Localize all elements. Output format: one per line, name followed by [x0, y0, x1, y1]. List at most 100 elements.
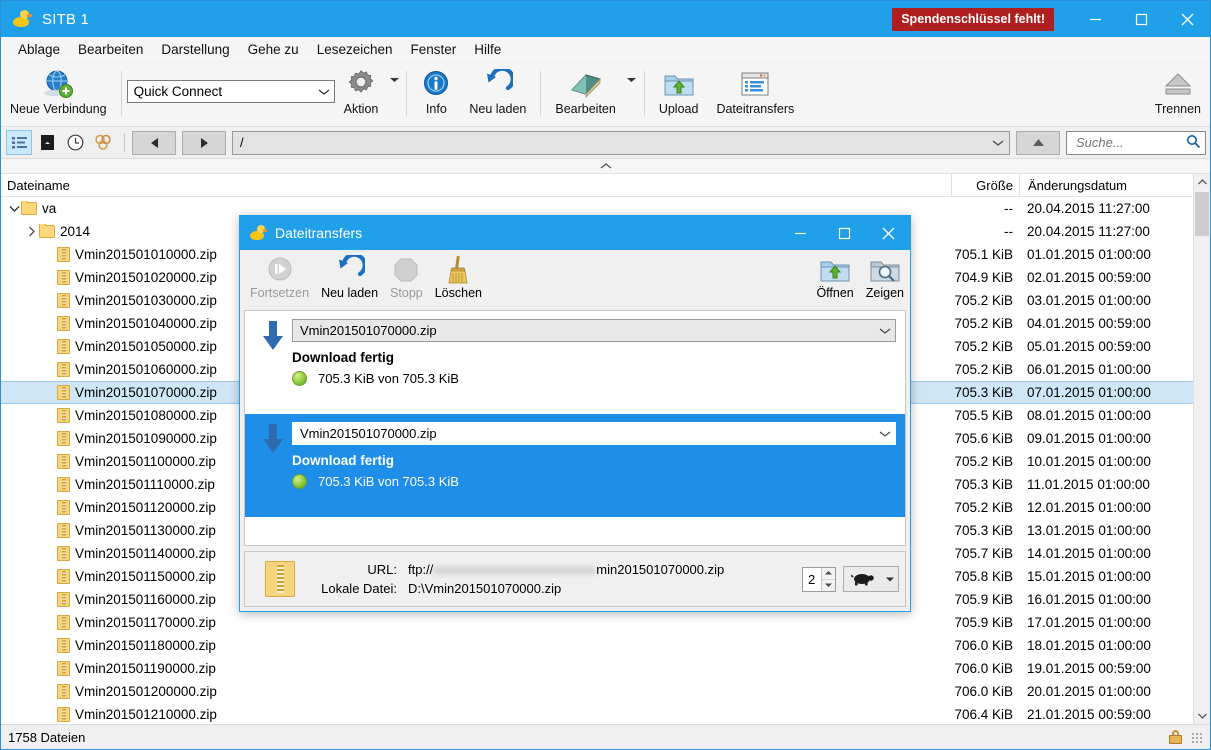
menu-item-ablage[interactable]: Ablage	[9, 39, 69, 60]
reload-button[interactable]: Neu laden	[460, 63, 535, 126]
transfer-item[interactable]: Vmin201501070000.zip Download fertig 705.3…	[245, 414, 905, 517]
column-header-filename[interactable]: Dateiname	[1, 174, 951, 196]
chevron-down-icon	[879, 426, 891, 441]
search-input[interactable]	[1074, 134, 1186, 151]
toggle-tree-icon[interactable]	[6, 130, 32, 155]
stop-button[interactable]: Stopp	[384, 250, 429, 310]
file-date-cell: 01.01.2015 01:00:00	[1027, 247, 1151, 262]
menu-item-hilfe[interactable]: Hilfe	[465, 39, 510, 60]
history-clock-icon[interactable]	[62, 130, 88, 155]
file-size-cell: 705.7 KiB	[954, 546, 1013, 561]
toolbar-separator-3	[540, 71, 542, 116]
info-button[interactable]: Info	[412, 63, 460, 126]
file-size-cell: 706.0 KiB	[954, 661, 1013, 676]
concurrent-transfers-value: 2	[808, 571, 816, 587]
file-size-cell: 705.2 KiB	[954, 500, 1013, 515]
transfer-filename-dropdown[interactable]: Vmin201501070000.zip	[292, 422, 896, 445]
transfer-filename-dropdown[interactable]: Vmin201501070000.zip	[292, 319, 896, 342]
dialog-reload-button[interactable]: Neu laden	[315, 250, 384, 310]
resume-button[interactable]: Fortsetzen	[244, 250, 315, 310]
transfer-queue-list[interactable]: Vmin201501070000.zip Download fertig 705.3…	[244, 310, 906, 546]
dialog-close-button[interactable]	[866, 216, 910, 250]
table-row[interactable]: Vmin201501200000.zip 706.0 KiB 20.01.2015 …	[1, 680, 1210, 703]
transfer-item[interactable]: Vmin201501070000.zip Download fertig 705.3…	[245, 311, 905, 414]
stepper-arrows[interactable]	[821, 567, 835, 591]
dialog-minimize-button[interactable]	[778, 216, 822, 250]
file-name-label: Vmin201501140000.zip	[75, 546, 216, 561]
new-connection-button[interactable]: Neue Verbindung	[1, 63, 116, 126]
transfers-button[interactable]: Dateitransfers	[707, 63, 803, 126]
zip-file-icon	[57, 316, 70, 331]
minimize-button[interactable]	[1072, 1, 1118, 37]
edit-button[interactable]: Bearbeiten	[546, 63, 624, 126]
action-dropdown-arrow[interactable]	[387, 63, 401, 97]
speed-limit-button[interactable]	[843, 566, 899, 592]
menu-item-lesezeichen[interactable]: Lesezeichen	[308, 39, 402, 60]
table-row[interactable]: Vmin201501190000.zip 706.0 KiB 19.01.2015 …	[1, 657, 1210, 680]
local-file-label: Lokale Datei:	[321, 581, 397, 596]
filter-icon[interactable]	[90, 130, 116, 155]
back-button[interactable]	[132, 130, 176, 155]
zip-file-icon	[57, 500, 70, 515]
speed-limit-dropdown-arrow[interactable]	[882, 577, 898, 582]
column-header-size[interactable]: Größe	[951, 174, 1019, 196]
folder-icon	[21, 201, 37, 215]
stepper-down-arrow[interactable]	[822, 579, 835, 591]
open-file-button[interactable]: Öffnen	[810, 250, 859, 310]
zip-file-icon	[57, 293, 70, 308]
chevron-down-icon[interactable]	[7, 205, 21, 213]
maximize-button[interactable]	[1118, 1, 1164, 37]
file-size-cell: 705.9 KiB	[954, 592, 1013, 607]
menu-item-bearbeiten[interactable]: Bearbeiten	[69, 39, 152, 60]
menu-item-fenster[interactable]: Fenster	[402, 39, 466, 60]
forward-button[interactable]	[182, 130, 226, 155]
dialog-maximize-button[interactable]	[822, 216, 866, 250]
file-date-cell: 16.01.2015 01:00:00	[1027, 592, 1151, 607]
quick-connect-dropdown[interactable]: Quick Connect	[126, 80, 335, 103]
edit-dropdown-arrow[interactable]	[625, 63, 639, 97]
table-row[interactable]: Vmin201501210000.zip 706.4 KiB 21.01.2015 …	[1, 703, 1210, 724]
action-button[interactable]: Aktion	[335, 63, 388, 126]
path-dropdown[interactable]: /	[232, 130, 1010, 155]
table-row[interactable]: Vmin201501170000.zip 705.9 KiB 17.01.2015 …	[1, 611, 1210, 634]
file-date-cell: 20.01.2015 01:00:00	[1027, 684, 1151, 699]
column-header-date[interactable]: Änderungsdatum	[1019, 174, 1210, 196]
menu-item-darstellung[interactable]: Darstellung	[152, 39, 238, 60]
reload-icon	[483, 67, 513, 101]
file-size-cell: 705.3 KiB	[954, 385, 1013, 400]
transfer-progress: 705.3 KiB von 705.3 KiB	[292, 371, 896, 386]
clear-button[interactable]: Löschen	[429, 250, 488, 310]
donate-key-badge[interactable]: Spendenschlüssel fehlt!	[892, 7, 1054, 31]
close-button[interactable]	[1164, 1, 1210, 37]
stepper-up-arrow[interactable]	[822, 567, 835, 580]
resize-grip[interactable]	[1190, 731, 1202, 743]
search-field[interactable]	[1066, 130, 1206, 155]
menu-item-gehe-zu[interactable]: Gehe zu	[239, 39, 308, 60]
disconnect-button[interactable]: Trennen	[1146, 63, 1210, 126]
upload-label: Upload	[658, 102, 699, 116]
file-size-cell: 706.0 KiB	[954, 684, 1013, 699]
file-name-label: Vmin201501040000.zip	[75, 316, 217, 331]
pane-collapse-handle[interactable]	[1, 159, 1210, 174]
show-in-folder-button[interactable]: Zeigen	[860, 250, 910, 310]
folder-icon	[39, 224, 55, 238]
file-list-scrollbar[interactable]	[1193, 174, 1210, 724]
zip-file-icon	[57, 569, 70, 584]
chevron-right-icon[interactable]	[25, 226, 39, 237]
file-name-label: Vmin201501030000.zip	[75, 293, 217, 308]
up-directory-button[interactable]	[1016, 130, 1060, 155]
file-name-label: Vmin201501110000.zip	[75, 477, 215, 492]
table-row[interactable]: Vmin201501180000.zip 706.0 KiB 18.01.2015 …	[1, 634, 1210, 657]
file-name-label: 2014	[60, 224, 91, 239]
file-name-label: Vmin201501120000.zip	[75, 500, 216, 515]
upload-button[interactable]: Upload	[650, 63, 708, 126]
scrollbar-thumb[interactable]	[1195, 192, 1209, 236]
bookmark-icon[interactable]	[34, 130, 60, 155]
local-file-value: D:\Vmin201501070000.zip	[408, 581, 562, 596]
file-date-cell: 05.01.2015 00:59:00	[1027, 339, 1151, 354]
concurrent-transfers-stepper[interactable]: 2	[802, 566, 836, 592]
zip-file-icon	[57, 615, 70, 630]
scroll-up-arrow[interactable]	[1194, 174, 1210, 190]
scroll-down-arrow[interactable]	[1194, 708, 1210, 724]
url-redacted: xxxxxxxxxxxxxxxxxxxxxxx	[434, 562, 596, 577]
